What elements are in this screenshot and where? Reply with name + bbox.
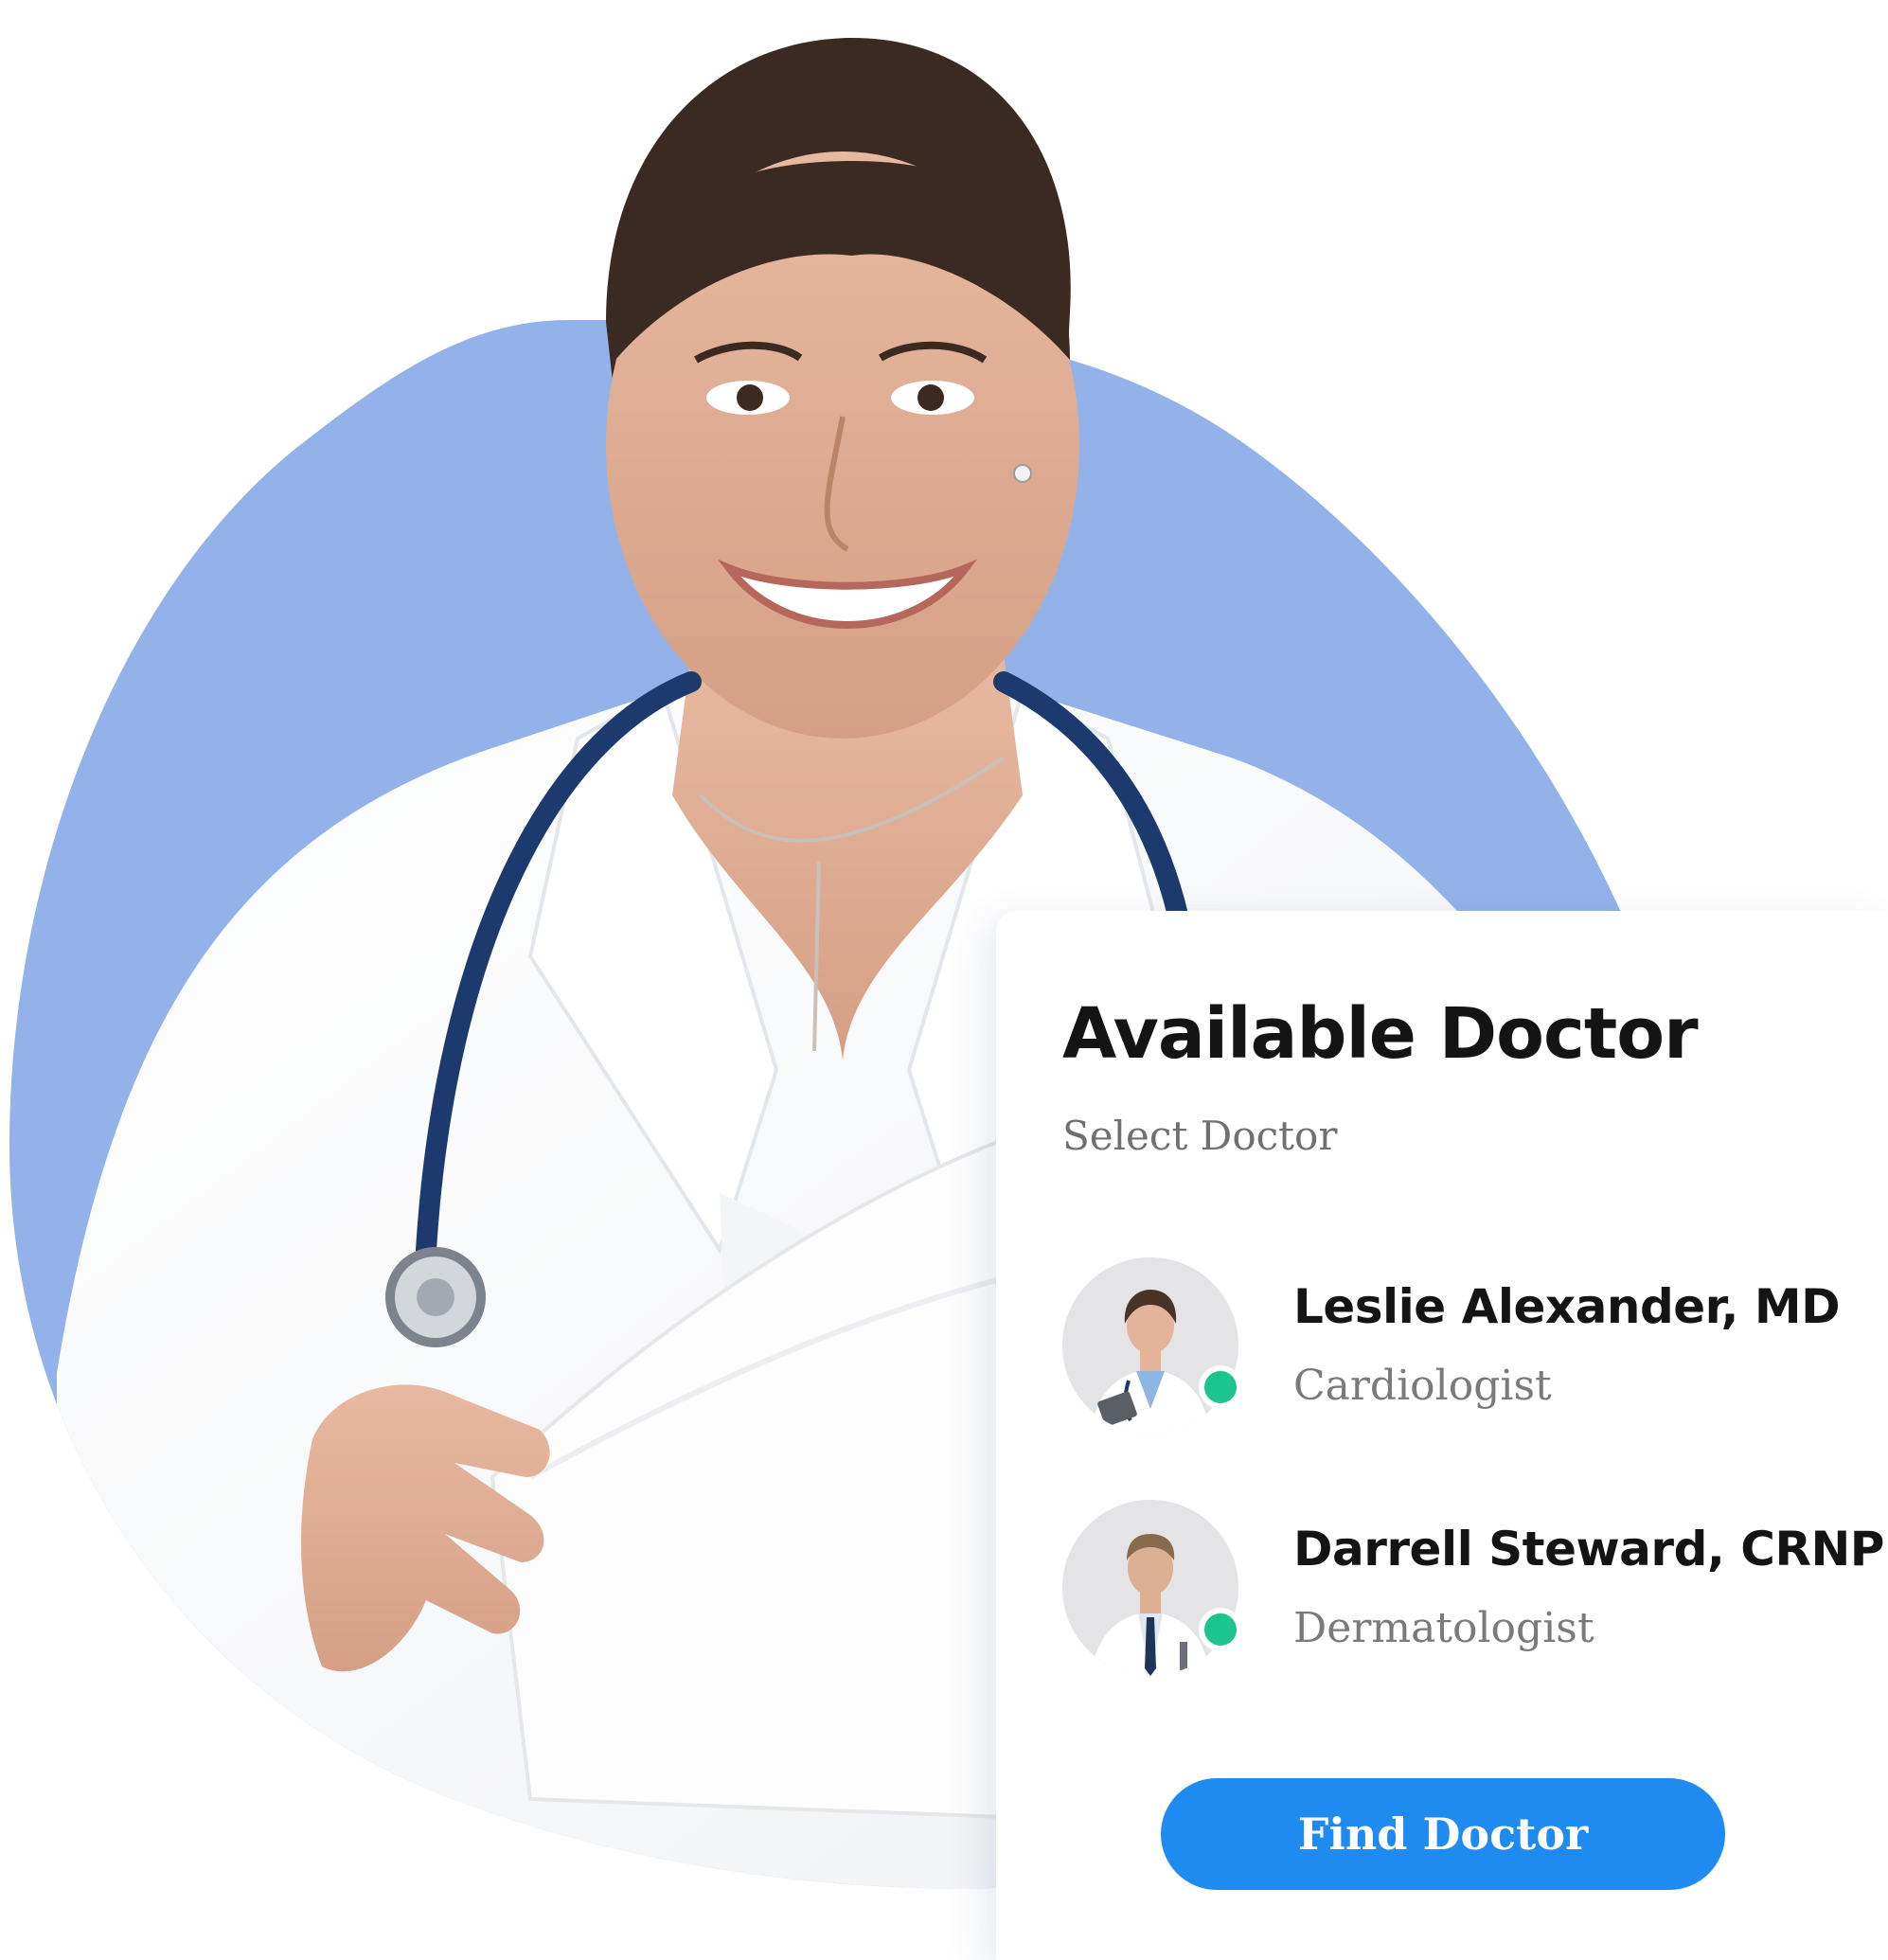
doctor-list: Leslie Alexander, MD Cardiologist Darrel… bbox=[1062, 1256, 1888, 1676]
doctor-specialty: Cardiologist bbox=[1293, 1361, 1552, 1410]
doctor-name: Darrell Steward, CRNP bbox=[1293, 1521, 1884, 1577]
available-doctor-card: Available Doctor Select Doctor Leslie Al… bbox=[996, 911, 1888, 1960]
doctor-item-darrell-steward[interactable]: Darrell Steward, CRNP Dermatologist bbox=[1062, 1499, 1888, 1676]
online-status-icon bbox=[1199, 1364, 1242, 1409]
doctor-name: Leslie Alexander, MD bbox=[1293, 1278, 1841, 1334]
doctor-item-leslie-alexander[interactable]: Leslie Alexander, MD Cardiologist bbox=[1062, 1256, 1888, 1434]
card-subtitle: Select Doctor bbox=[1062, 1113, 1338, 1160]
find-doctor-button[interactable]: Find Doctor bbox=[1161, 1778, 1725, 1890]
doctor-avatar-wrap bbox=[1062, 1499, 1242, 1676]
doctor-specialty: Dermatologist bbox=[1293, 1603, 1594, 1652]
card-title: Available Doctor bbox=[1062, 993, 1699, 1075]
doctor-avatar-wrap bbox=[1062, 1256, 1242, 1434]
doctor-info: Darrell Steward, CRNP Dermatologist bbox=[1293, 1523, 1884, 1651]
online-status-icon bbox=[1199, 1607, 1242, 1651]
doctor-info: Leslie Alexander, MD Cardiologist bbox=[1293, 1278, 1841, 1410]
